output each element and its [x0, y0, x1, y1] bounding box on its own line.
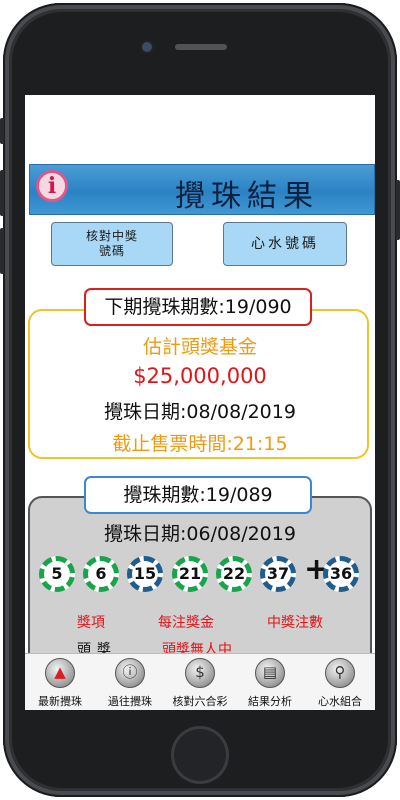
tab-bar: ▲ 最新攪珠 ⓘ 過往攪珠 $ 核對六合彩 ▤ 結果分析 ⚲ 心水組合: [25, 653, 375, 710]
prize-header-winners: 中獎注數: [267, 615, 323, 631]
tab-label: 過往攪珠: [108, 695, 152, 708]
jackpot-label: 估計頭獎基金: [142, 336, 257, 358]
ball-4: 21: [172, 556, 208, 592]
app-screen: i 攪珠結果 核對中獎 號碼 心水號碼 下期攪珠期數:19/090 估計頭獎基金…: [25, 95, 375, 710]
lucky-numbers-label: 心水號碼: [251, 235, 319, 252]
bar-chart-icon: ▤: [255, 658, 285, 688]
tab-lucky-combos[interactable]: ⚲ 心水組合: [305, 658, 375, 709]
tab-check-mark-six[interactable]: $ 核對六合彩: [165, 658, 235, 709]
volume-down-button: [0, 228, 4, 274]
next-draw-date: 攪珠日期:08/08/2019: [104, 401, 296, 423]
ball-6: 37: [260, 556, 296, 592]
tab-result-analysis[interactable]: ▤ 結果分析: [235, 658, 305, 709]
ball-1: 5: [39, 556, 75, 592]
magnifier-icon: ⚲: [325, 658, 355, 688]
volume-up-button: [0, 170, 4, 216]
jackpot-amount: $25,000,000: [133, 364, 267, 388]
extra-ball: 36: [323, 556, 359, 592]
tab-label: 核對六合彩: [172, 695, 228, 708]
last-draw-date: 攪珠日期:06/08/2019: [104, 523, 296, 545]
tab-label: 結果分析: [248, 695, 292, 708]
prize-header-tier: 獎項: [77, 615, 105, 631]
ball-3: 15: [127, 556, 163, 592]
info-icon: i: [47, 173, 57, 199]
check-prize-label: 核對中獎 號碼: [85, 229, 138, 258]
sales-deadline: 截止售票時間:21:15: [112, 433, 288, 455]
tab-latest-draw[interactable]: ▲ 最新攪珠: [25, 658, 95, 709]
mute-switch: [0, 118, 4, 144]
page-title: 攪珠結果: [175, 179, 319, 214]
tab-past-draws[interactable]: ⓘ 過往攪珠: [95, 658, 165, 709]
next-draw-number: 下期攪珠期數:19/090: [84, 288, 312, 326]
drawn-balls: 5 6 15 21 22 37 + 36: [39, 552, 369, 596]
prize-header-amount: 每注獎金: [158, 615, 214, 631]
dollar-icon: $: [185, 658, 215, 688]
info-button[interactable]: i: [36, 170, 68, 202]
power-button: [396, 180, 400, 240]
info-icon: ⓘ: [115, 658, 145, 688]
check-prize-button[interactable]: 核對中獎 號碼: [51, 222, 173, 266]
earpiece-speaker: [175, 44, 227, 50]
last-draw-number: 攪珠期數:19/089: [84, 476, 312, 514]
ball-2: 6: [83, 556, 119, 592]
tab-label: 心水組合: [318, 695, 362, 708]
home-button[interactable]: [171, 726, 229, 784]
home-icon: ▲: [45, 658, 75, 688]
header-bar: i 攪珠結果: [29, 164, 375, 215]
front-camera: [142, 42, 152, 52]
tab-label: 最新攪珠: [38, 695, 82, 708]
lucky-numbers-button[interactable]: 心水號碼: [223, 222, 347, 266]
ball-5: 22: [216, 556, 252, 592]
